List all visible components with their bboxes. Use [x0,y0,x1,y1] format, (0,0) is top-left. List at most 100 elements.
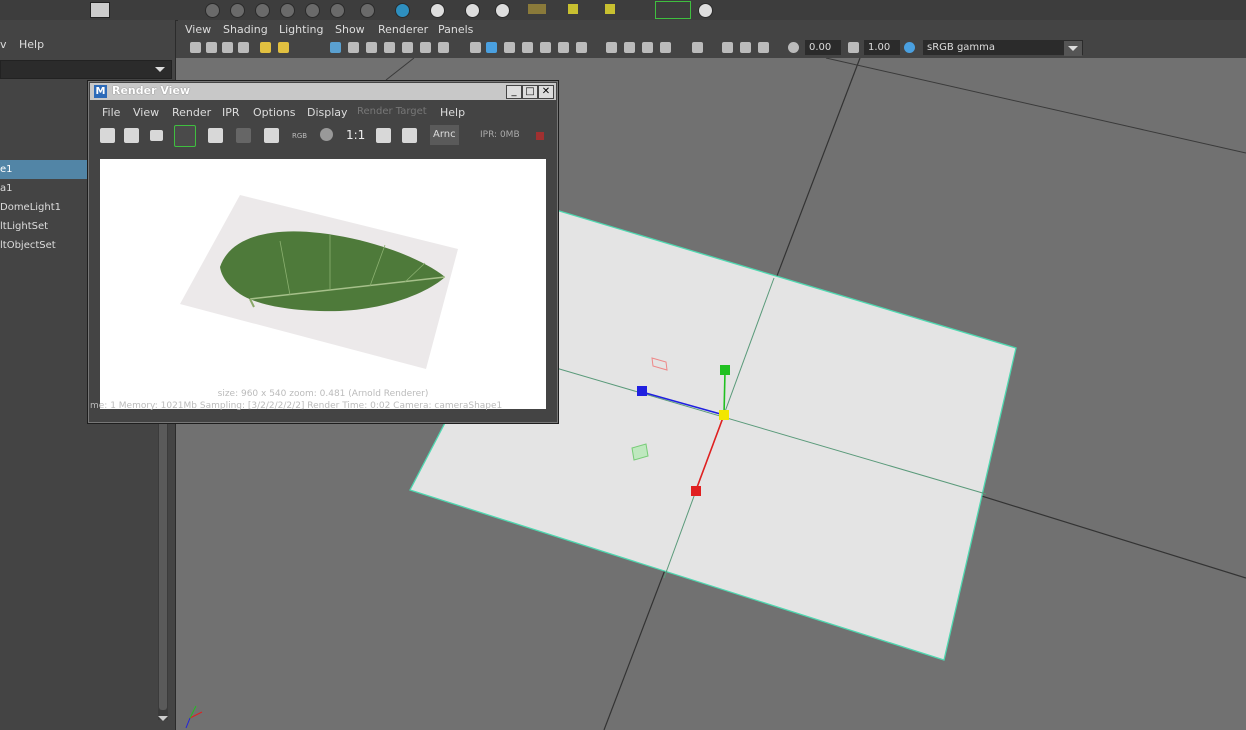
outliner-menu-view[interactable]: v [0,38,7,51]
shelf-tool-icon[interactable] [430,3,445,18]
shelf-light-icon[interactable] [568,4,578,14]
axis-y-line [723,370,726,416]
shelf-tool-icon[interactable] [465,3,480,18]
depth-of-field-icon[interactable] [660,42,671,53]
camera-attributes-icon[interactable] [206,42,217,53]
image-plane-icon[interactable] [238,42,249,53]
viewport-menu-view[interactable]: View [185,23,211,36]
ipr-icon[interactable] [174,125,196,147]
field-chart-icon[interactable] [402,42,413,53]
grid-icon[interactable] [330,42,341,53]
remove-image-icon[interactable] [402,128,417,143]
shadows-icon[interactable] [576,42,587,53]
anti-aliasing-icon[interactable] [642,42,653,53]
viewport-menu-shading[interactable]: Shading [223,23,268,36]
viewport-menu-renderer[interactable]: Renderer [378,23,428,36]
smooth-shade-icon[interactable] [486,42,497,53]
exposure-field[interactable]: 0.00 [805,40,841,55]
shelf-tool-icon[interactable] [255,3,270,18]
shelf-tool-icon[interactable] [330,3,345,18]
rv-menu-help[interactable]: Help [440,106,465,119]
ratio-button[interactable]: 1:1 [346,128,365,142]
default-material-icon[interactable] [504,42,515,53]
safe-title-icon[interactable] [438,42,449,53]
use-all-lights-icon[interactable] [558,42,569,53]
backface-culling-icon[interactable] [758,42,769,53]
viewport-menu-show[interactable]: Show [335,23,365,36]
rv-menu-file[interactable]: File [102,106,120,119]
shelf-render-icon[interactable] [655,1,691,19]
renderer-dropdown[interactable]: Arnc [430,125,459,145]
shelf-tool-icon[interactable] [305,3,320,18]
rgb-channel-label[interactable]: RGB [292,132,307,140]
grease-pencil-icon[interactable] [278,42,289,53]
close-button[interactable]: ✕ [538,85,554,99]
stop-icon[interactable] [536,132,544,140]
grid-line [825,58,1246,154]
chevron-down-icon[interactable] [1064,41,1082,56]
shelf-tool-icon[interactable] [205,3,220,18]
rv-menu-view[interactable]: View [133,106,159,119]
gamma-icon[interactable] [848,42,859,53]
rv-menu-display[interactable]: Display [307,106,348,119]
render-view-titlebar[interactable]: M Render View _ □ ✕ [90,83,556,100]
shelf-tab-icon[interactable] [90,2,110,18]
viewport-menu-lighting[interactable]: Lighting [279,23,323,36]
xray-joints-icon[interactable] [722,42,733,53]
wireframe-on-shaded-icon[interactable] [522,42,533,53]
render-view-window: M Render View _ □ ✕ File View Render IPR… [87,80,559,424]
rv-menu-options[interactable]: Options [253,106,295,119]
film-gate-icon[interactable] [348,42,359,53]
wireframe-icon[interactable] [470,42,481,53]
xray-active-icon[interactable] [740,42,751,53]
chevron-down-icon[interactable] [155,67,165,72]
maximize-button[interactable]: □ [522,85,538,99]
snapshot-icon[interactable] [264,128,279,143]
camera-icon[interactable] [150,130,163,141]
shelf-tool-icon[interactable] [495,3,510,18]
shelf-tool-icon[interactable] [230,3,245,18]
rv-menu-render[interactable]: Render [172,106,211,119]
clapper-icon[interactable] [100,128,115,143]
shelf-light-icon[interactable] [605,4,615,14]
alpha-channel-icon[interactable] [320,128,333,141]
color-management-icon[interactable] [904,42,915,53]
render-canvas[interactable]: size: 960 x 540 zoom: 0.481 (Arnold Rend… [100,159,546,409]
viewport-menu-panels[interactable]: Panels [438,23,473,36]
shelf-light-icon[interactable] [528,4,546,14]
grid-line [385,58,415,81]
pivot-handle[interactable] [719,410,729,420]
chevron-down-icon[interactable] [158,716,168,721]
shelf-tool-icon[interactable] [698,3,713,18]
axis-z-handle[interactable] [637,386,647,396]
minimize-button[interactable]: _ [506,85,522,99]
bookmark-icon[interactable] [222,42,233,53]
resolution-gate-icon[interactable] [366,42,377,53]
outliner-menu-help[interactable]: Help [19,38,44,51]
outliner-filter-field[interactable] [0,60,172,79]
axis-x-handle[interactable] [691,486,701,496]
ipr-refresh-icon[interactable] [208,128,223,143]
xray-icon[interactable] [540,42,551,53]
rv-menu-render-target: Render Target [357,106,427,117]
ambient-occlusion-icon[interactable] [606,42,617,53]
axis-y-handle[interactable] [720,365,730,375]
camera-select-icon[interactable] [190,42,201,53]
color-space-dropdown[interactable]: sRGB gamma [923,40,1083,55]
safe-action-icon[interactable] [420,42,431,53]
shelf-tool-icon[interactable] [280,3,295,18]
view-axis-z [185,717,191,729]
2d-pan-icon[interactable] [260,42,271,53]
color-space-value: sRGB gamma [927,42,996,53]
rv-menu-ipr[interactable]: IPR [222,106,240,119]
render-region-icon[interactable] [124,128,139,143]
exposure-icon[interactable] [788,42,799,53]
isolate-select-icon[interactable] [692,42,703,53]
gate-mask-icon[interactable] [384,42,395,53]
shelf-tool-icon[interactable] [395,3,410,18]
gamma-field[interactable]: 1.00 [864,40,900,55]
motion-blur-icon[interactable] [624,42,635,53]
display-image-icon[interactable] [376,128,391,143]
viewport-toolbar: 0.00 1.00 sRGB gamma [178,38,1246,59]
shelf-tool-icon[interactable] [360,3,375,18]
